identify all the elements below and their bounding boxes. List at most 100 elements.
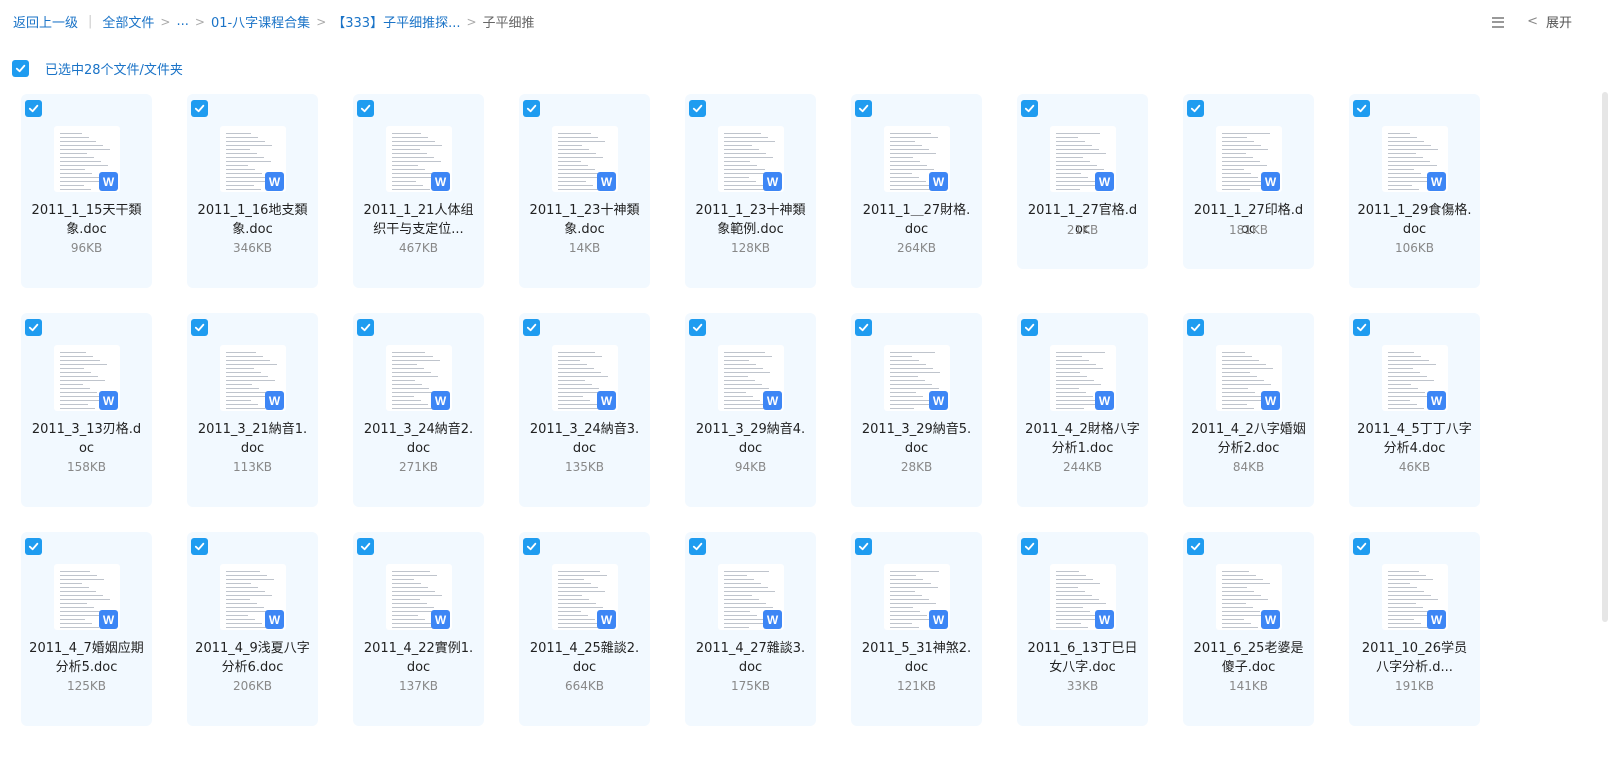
word-doc-icon: W [265,172,284,191]
file-checkbox[interactable] [25,100,42,117]
file-checkbox[interactable] [689,319,706,336]
expand-button[interactable]: 展开 [1546,12,1572,31]
file-tile[interactable]: W 2011_1_15天干類象.doc 96KB [21,94,152,288]
file-checkbox[interactable] [191,100,208,117]
file-checkbox[interactable] [1187,100,1204,117]
word-doc-icon: W [1427,391,1446,410]
file-tile[interactable]: W 2011_4_2財格八字分析1.doc 244KB [1017,313,1148,507]
file-checkbox[interactable] [1353,319,1370,336]
file-size: 206KB [232,679,272,693]
file-tile[interactable]: W 2011_4_5丁丁八字分析4.doc 46KB [1349,313,1480,507]
file-name: 2011_4_2八字婚姻分析2.doc [1191,422,1306,456]
check-icon [28,104,39,113]
file-tile[interactable]: W 2011_1_21人体组织干与支定位... 467KB [353,94,484,288]
breadcrumb-all-files[interactable]: 全部文件 [102,12,154,31]
file-checkbox[interactable] [1021,100,1038,117]
file-tile[interactable]: W 2011_1_16地支類象.doc 346KB [187,94,318,288]
file-name: 2011_3_24納音2.doc [363,422,474,456]
file-tile[interactable]: W 2011_3_29納音4.doc 94KB [685,313,816,507]
word-doc-icon: W [929,610,948,629]
file-checkbox[interactable] [191,319,208,336]
file-name: 2011_4_25雜談2.doc [529,641,640,675]
file-checkbox[interactable] [357,538,374,555]
file-tile[interactable]: W 2011_3_13刃格.doc 158KB [21,313,152,507]
file-checkbox[interactable] [855,100,872,117]
file-checkbox[interactable] [357,319,374,336]
file-tile[interactable]: W 2011_4_9浅夏八字分析6.doc 206KB [187,532,318,726]
file-size: 271KB [398,460,438,474]
file-tile[interactable]: W 2011_1_27官格.doc 21KB [1017,94,1148,269]
file-checkbox[interactable] [523,319,540,336]
file-tile[interactable]: W 2011_1_23十神類象範例.doc 128KB [685,94,816,288]
top-bar: 返回上一级 | 全部文件 > ... > 01-八字课程合集 > 【333】子平… [0,0,1610,44]
file-tile[interactable]: W 2011_3_24納音2.doc 271KB [353,313,484,507]
word-doc-icon: W [1095,391,1114,410]
file-tile[interactable]: W 2011_1_29食傷格.doc 106KB [1349,94,1480,288]
file-tile[interactable]: W 2011_4_22實例1.doc 137KB [353,532,484,726]
file-checkbox[interactable] [1021,538,1038,555]
file-tile[interactable]: W 2011_4_2八字婚姻分析2.doc 84KB [1183,313,1314,507]
back-link[interactable]: 返回上一级 [13,12,78,31]
file-tile[interactable]: W 2011_4_25雜談2.doc 664KB [519,532,650,726]
file-tile[interactable]: W 2011_5_31神煞2.doc 121KB [851,532,982,726]
selection-bar: 已选中28个文件/文件夹 [12,59,183,78]
file-checkbox[interactable] [1353,538,1370,555]
file-size: 96KB [70,241,103,255]
file-grid: W 2011_1_15天干類象.doc 96KB W 2011_1_16地支類象.doc… [21,94,1480,726]
file-checkbox[interactable] [689,538,706,555]
breadcrumb-arrow-icon: > [466,14,477,29]
file-checkbox[interactable] [1353,100,1370,117]
file-tile[interactable]: W 2011_3_29納音5.doc 28KB [851,313,982,507]
word-doc-icon: W [1095,172,1114,191]
breadcrumb: 返回上一级 | 全部文件 > ... > 01-八字课程合集 > 【333】子平… [13,12,535,31]
file-checkbox[interactable] [357,100,374,117]
file-name: 2011_6_25老婆是傻子.doc [1193,641,1304,675]
chevron-left-icon[interactable]: < [1527,14,1538,29]
file-checkbox[interactable] [1021,319,1038,336]
file-checkbox[interactable] [1187,538,1204,555]
file-size: 106KB [1394,241,1434,255]
breadcrumb-level1[interactable]: 01-八字课程合集 [211,12,310,31]
file-name: 2011_1＿27財格.doc [862,203,971,237]
breadcrumb-ellipsis[interactable]: ... [176,14,188,29]
file-size: 664KB [564,679,604,693]
word-doc-icon: W [431,172,450,191]
file-checkbox[interactable] [191,538,208,555]
word-doc-icon: W [431,391,450,410]
file-size: 21KB [1066,223,1099,237]
list-view-icon[interactable] [1491,15,1505,29]
file-tile[interactable]: W 2011_1＿27財格.doc 264KB [851,94,982,288]
file-checkbox[interactable] [523,100,540,117]
word-doc-icon: W [1261,610,1280,629]
select-all-checkbox[interactable] [12,60,29,77]
file-name: 2011_4_27雜談3.doc [695,641,806,675]
file-tile[interactable]: W 2011_3_21納音1.doc 113KB [187,313,318,507]
breadcrumb-arrow-icon: > [160,14,171,29]
file-size: 158KB [66,460,106,474]
file-name: 2011_6_13丁巳日女八字.doc [1027,641,1138,675]
file-checkbox[interactable] [689,100,706,117]
file-name: 2011_3_21納音1.doc [197,422,308,456]
file-checkbox[interactable] [25,319,42,336]
word-doc-icon: W [763,610,782,629]
file-tile[interactable]: W 2011_6_25老婆是傻子.doc 141KB [1183,532,1314,726]
file-tile[interactable]: W 2011_1_23十神類象.doc 14KB [519,94,650,288]
file-tile[interactable]: W 2011_10_26学员八字分析.d... 191KB [1349,532,1480,726]
file-checkbox[interactable] [855,538,872,555]
breadcrumb-level2[interactable]: 【333】子平细推探... [332,12,460,31]
file-size: 467KB [398,241,438,255]
file-checkbox[interactable] [855,319,872,336]
file-checkbox[interactable] [1187,319,1204,336]
file-tile[interactable]: W 2011_4_27雜談3.doc 175KB [685,532,816,726]
file-name: 2011_4_22實例1.doc [363,641,474,675]
check-icon [28,323,39,332]
file-tile[interactable]: W 2011_4_7婚姻应期分析5.doc 125KB [21,532,152,726]
check-icon [1356,542,1367,551]
file-tile[interactable]: W 2011_3_24納音3.doc 135KB [519,313,650,507]
scrollbar[interactable] [1602,92,1608,622]
file-tile[interactable]: W 2011_1_27印格.doc 181KB [1183,94,1314,269]
file-checkbox[interactable] [25,538,42,555]
file-tile[interactable]: W 2011_6_13丁巳日女八字.doc 33KB [1017,532,1148,726]
file-checkbox[interactable] [523,538,540,555]
check-icon [692,542,703,551]
